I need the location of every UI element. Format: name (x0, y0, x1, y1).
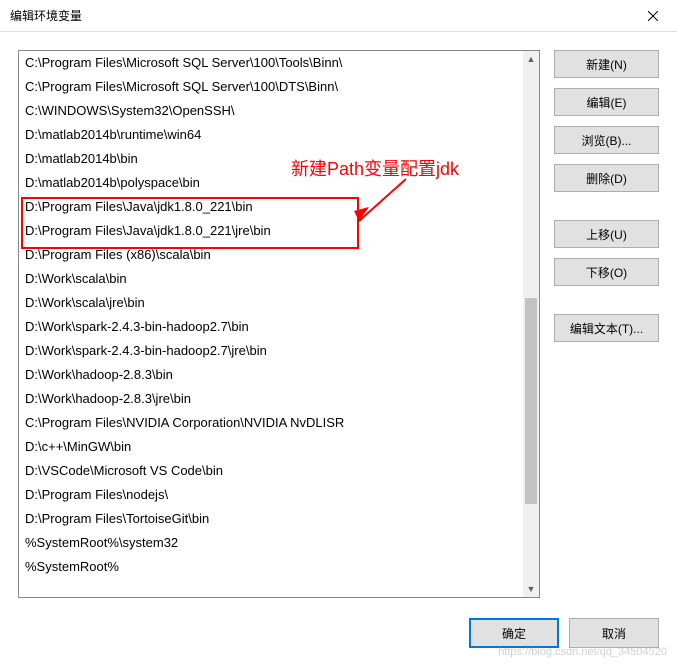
list-item[interactable]: %SystemRoot%\system32 (19, 531, 523, 555)
scroll-down-arrow[interactable]: ▼ (523, 581, 539, 597)
list-item[interactable]: C:\Program Files\Microsoft SQL Server\10… (19, 51, 523, 75)
list-item[interactable]: D:\matlab2014b\polyspace\bin (19, 171, 523, 195)
list-item[interactable]: D:\Work\hadoop-2.8.3\bin (19, 363, 523, 387)
browse-button[interactable]: 浏览(B)... (554, 126, 659, 154)
list-item[interactable]: D:\Work\spark-2.4.3-bin-hadoop2.7\jre\bi… (19, 339, 523, 363)
ok-button[interactable]: 确定 (469, 618, 559, 648)
close-button[interactable] (631, 1, 675, 31)
vertical-scrollbar[interactable]: ▲ ▼ (523, 51, 539, 597)
edittext-button[interactable]: 编辑文本(T)... (554, 314, 659, 342)
list-item[interactable]: D:\Program Files\nodejs\ (19, 483, 523, 507)
cancel-button[interactable]: 取消 (569, 618, 659, 648)
list-item[interactable]: C:\Program Files\Microsoft SQL Server\10… (19, 75, 523, 99)
path-list-container: C:\Program Files\Microsoft SQL Server\10… (18, 50, 540, 598)
list-item[interactable]: D:\Work\scala\bin (19, 267, 523, 291)
side-buttons: 新建(N) 编辑(E) 浏览(B)... 删除(D) 上移(U) 下移(O) 编… (554, 50, 659, 598)
main-row: C:\Program Files\Microsoft SQL Server\10… (18, 50, 659, 598)
list-item[interactable]: D:\Program Files\Java\jdk1.8.0_221\jre\b… (19, 219, 523, 243)
scroll-up-arrow[interactable]: ▲ (523, 51, 539, 67)
movedown-button[interactable]: 下移(O) (554, 258, 659, 286)
list-item[interactable]: D:\Program Files\TortoiseGit\bin (19, 507, 523, 531)
list-item[interactable]: D:\VSCode\Microsoft VS Code\bin (19, 459, 523, 483)
close-icon (648, 11, 658, 21)
moveup-button[interactable]: 上移(U) (554, 220, 659, 248)
list-item[interactable]: C:\Program Files\NVIDIA Corporation\NVID… (19, 411, 523, 435)
titlebar: 编辑环境变量 (0, 0, 677, 32)
list-item[interactable]: D:\c++\MinGW\bin (19, 435, 523, 459)
dialog-content: C:\Program Files\Microsoft SQL Server\10… (0, 32, 677, 664)
list-item[interactable]: D:\Work\hadoop-2.8.3\jre\bin (19, 387, 523, 411)
scroll-thumb[interactable] (525, 298, 537, 504)
list-item[interactable]: D:\matlab2014b\runtime\win64 (19, 123, 523, 147)
delete-button[interactable]: 删除(D) (554, 164, 659, 192)
list-item[interactable]: D:\Work\scala\jre\bin (19, 291, 523, 315)
list-item[interactable]: C:\WINDOWS\System32\OpenSSH\ (19, 99, 523, 123)
list-item[interactable]: D:\Program Files\Java\jdk1.8.0_221\bin (19, 195, 523, 219)
scroll-track[interactable] (523, 67, 539, 581)
list-item[interactable]: D:\Work\spark-2.4.3-bin-hadoop2.7\bin (19, 315, 523, 339)
list-item[interactable]: D:\Program Files (x86)\scala\bin (19, 243, 523, 267)
new-button[interactable]: 新建(N) (554, 50, 659, 78)
edit-button[interactable]: 编辑(E) (554, 88, 659, 116)
list-item[interactable]: %SystemRoot% (19, 555, 523, 579)
window-title: 编辑环境变量 (10, 7, 631, 24)
dialog-footer: 确定 取消 (18, 598, 659, 648)
path-listbox[interactable]: C:\Program Files\Microsoft SQL Server\10… (19, 51, 523, 597)
list-item[interactable]: D:\matlab2014b\bin (19, 147, 523, 171)
